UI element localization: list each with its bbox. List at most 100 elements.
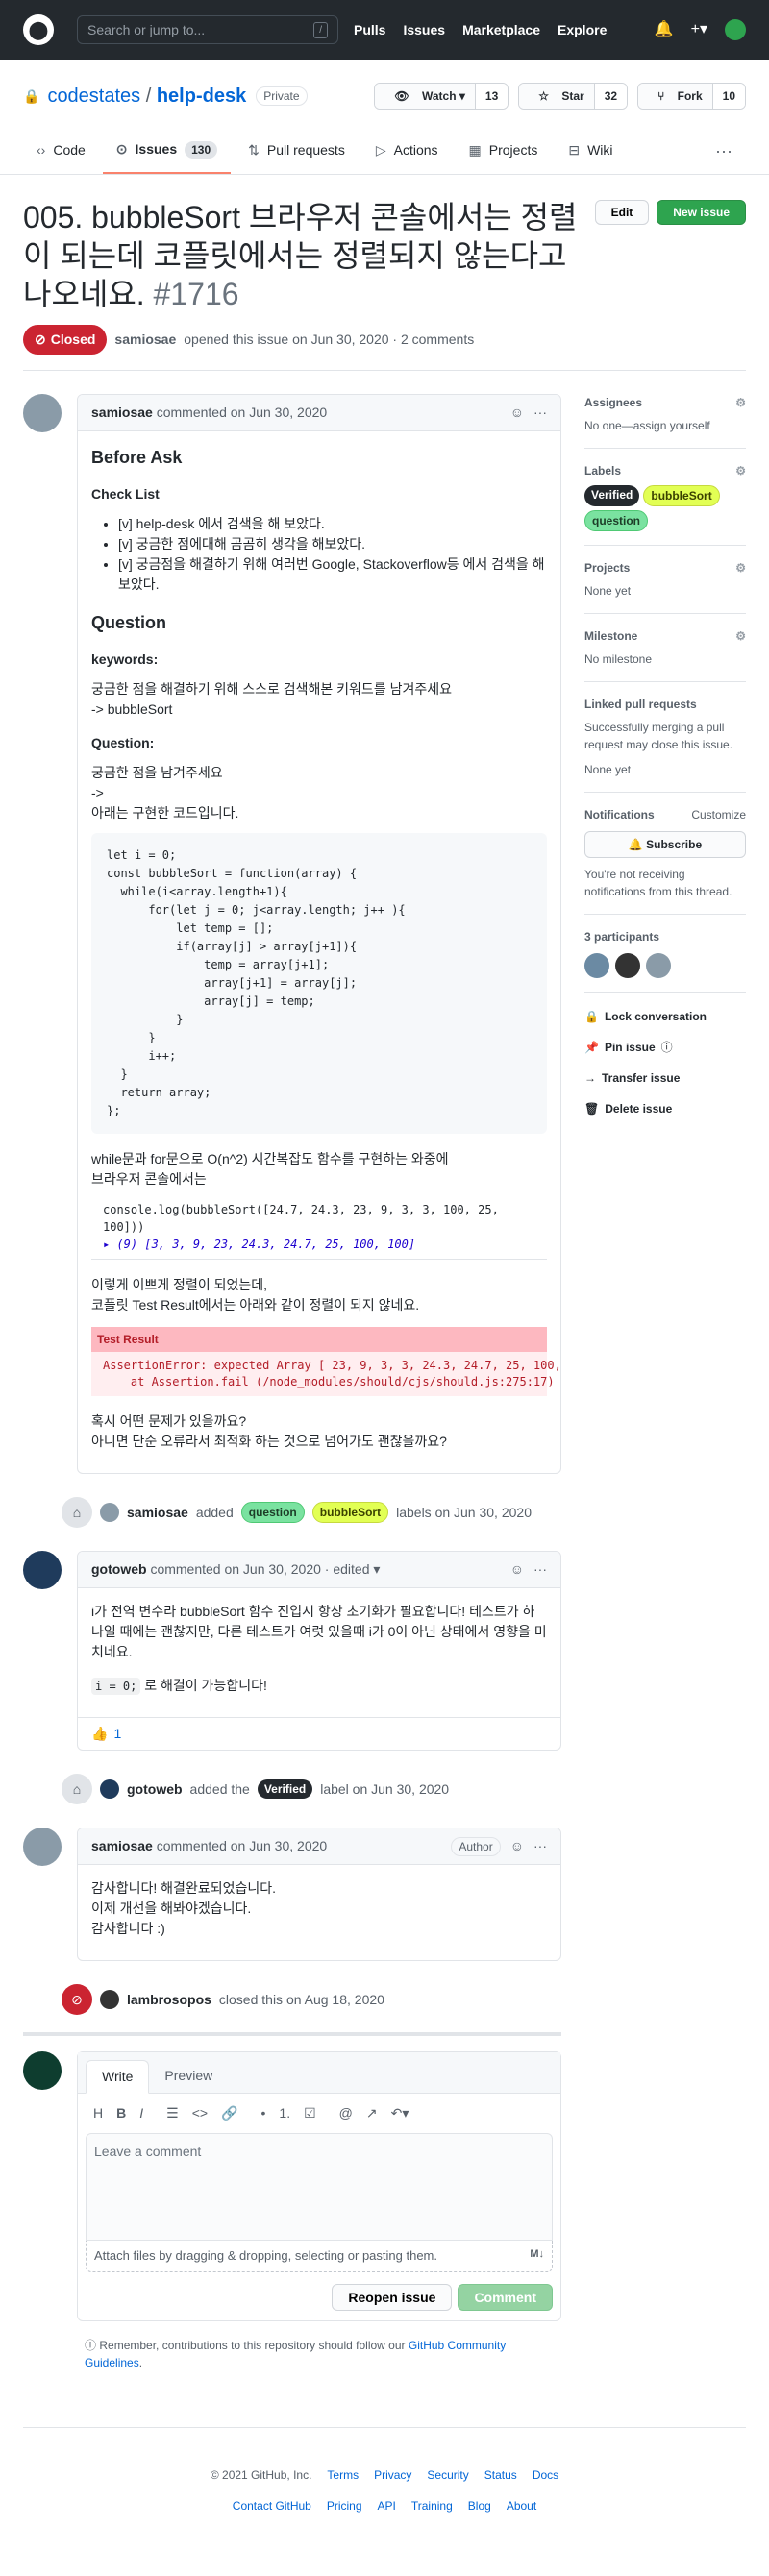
avatar[interactable] [584, 953, 609, 978]
lock-conversation[interactable]: 🔒 Lock conversation [584, 1008, 746, 1025]
star-count[interactable]: 32 [593, 84, 628, 109]
avatar[interactable] [646, 953, 671, 978]
footer-link[interactable]: About [507, 2497, 536, 2515]
nav-explore[interactable]: Explore [558, 20, 607, 40]
smiley-icon[interactable]: ☺ [510, 1559, 524, 1580]
thumbs-up-icon[interactable]: 👍 [91, 1724, 108, 1744]
bullet-list-icon[interactable]: • [261, 2103, 266, 2123]
more-icon[interactable]: ··· [702, 129, 746, 174]
avatar[interactable] [100, 1779, 119, 1799]
repo-name-link[interactable]: help-desk [157, 86, 246, 107]
tab-projects[interactable]: ▦ Projects [456, 129, 552, 174]
footer-link[interactable]: Training [411, 2497, 453, 2515]
bold-icon[interactable]: B [116, 2103, 126, 2123]
tab-code[interactable]: ‹› Code [23, 129, 99, 174]
milestone-heading[interactable]: Milestone [584, 627, 637, 645]
link-icon[interactable]: 🔗 [221, 2103, 237, 2123]
labels-heading[interactable]: Labels [584, 462, 621, 479]
new-issue-button[interactable]: New issue [657, 200, 746, 225]
transfer-issue[interactable]: → Transfer issue [584, 1069, 746, 1087]
bell-icon[interactable]: 🔔 [655, 18, 674, 41]
heading-icon[interactable]: H [93, 2103, 103, 2123]
github-logo-icon[interactable]: ⬤ [23, 14, 54, 45]
kebab-icon[interactable]: ··· [533, 1559, 547, 1580]
footer-link[interactable]: Docs [533, 2466, 558, 2484]
assignees-value[interactable]: No one—assign yourself [584, 417, 746, 434]
nav-pulls[interactable]: Pulls [354, 20, 385, 40]
tab-preview[interactable]: Preview [149, 2060, 228, 2093]
event-author[interactable]: lambrosopos [127, 1990, 211, 2010]
gear-icon[interactable]: ⚙ [735, 462, 746, 479]
delete-issue[interactable]: 🗑 Delete issue [584, 1100, 746, 1117]
kebab-icon[interactable]: ··· [533, 403, 547, 423]
pin-issue[interactable]: 📌 Pin issue ⓘ [584, 1039, 746, 1056]
avatar[interactable] [23, 1828, 62, 1866]
comment-textarea[interactable]: Leave a comment [86, 2133, 553, 2241]
nav-marketplace[interactable]: Marketplace [462, 20, 540, 40]
user-avatar[interactable] [725, 19, 746, 40]
footer-link[interactable]: Status [484, 2466, 517, 2484]
tab-wiki[interactable]: ⊟ Wiki [555, 129, 626, 174]
kebab-icon[interactable]: ··· [533, 1836, 547, 1856]
comment-author[interactable]: samiosae [91, 403, 153, 423]
fork-count[interactable]: 10 [711, 84, 745, 109]
smiley-icon[interactable]: ☺ [510, 1836, 524, 1856]
plus-icon[interactable]: +▾ [691, 18, 707, 41]
footer-link[interactable]: Pricing [327, 2497, 362, 2515]
projects-heading[interactable]: Projects [584, 559, 630, 577]
avatar[interactable] [23, 1551, 62, 1589]
assignees-heading[interactable]: Assignees [584, 394, 642, 411]
label-question[interactable]: question [240, 1502, 305, 1523]
label-bubblesort[interactable]: bubbleSort [643, 485, 720, 506]
avatar[interactable] [615, 953, 640, 978]
footer-link[interactable]: Security [427, 2466, 468, 2484]
reaction-count[interactable]: 1 [113, 1724, 121, 1744]
task-list-icon[interactable]: ☑ [304, 2103, 316, 2123]
comment-button[interactable]: Comment [458, 2283, 553, 2311]
subscribe-button[interactable]: 🔔 Subscribe [584, 831, 746, 858]
label-verified[interactable]: Verified [257, 1779, 313, 1799]
attach-files[interactable]: Attach files by dragging & dropping, sel… [86, 2241, 553, 2272]
reopen-issue-button[interactable]: Reopen issue [332, 2283, 453, 2311]
avatar[interactable] [100, 1503, 119, 1522]
watch-count[interactable]: 13 [474, 84, 509, 109]
comment-author[interactable]: samiosae [91, 1836, 153, 1856]
customize-link[interactable]: Customize [691, 806, 746, 823]
reference-icon[interactable]: ↗ [366, 2103, 378, 2123]
fork-button[interactable]: ⑂ Fork 10 [637, 83, 746, 110]
gear-icon[interactable]: ⚙ [735, 559, 746, 577]
search-input[interactable]: Search or jump to... / [77, 15, 338, 44]
avatar[interactable] [100, 1990, 119, 2009]
code-icon[interactable]: <> [192, 2103, 208, 2123]
gear-icon[interactable]: ⚙ [735, 627, 746, 645]
event-author[interactable]: samiosae [127, 1503, 188, 1523]
footer-link[interactable]: API [378, 2497, 396, 2515]
label-verified[interactable]: Verified [584, 485, 640, 506]
footer-link[interactable]: Privacy [374, 2466, 411, 2484]
footer-link[interactable]: Blog [468, 2497, 491, 2515]
label-bubblesort[interactable]: bubbleSort [311, 1502, 389, 1523]
comment-author[interactable]: gotoweb [91, 1559, 147, 1580]
italic-icon[interactable]: I [139, 2103, 143, 2123]
footer-link[interactable]: Terms [327, 2466, 359, 2484]
edit-button[interactable]: Edit [594, 200, 650, 225]
label-question[interactable]: question [584, 510, 648, 531]
repo-owner-link[interactable]: codestates [47, 86, 140, 107]
watch-button[interactable]: 👁 Watch ▾ 13 [374, 83, 509, 110]
comment-meta[interactable]: commented on Jun 30, 2020 · edited ▾ [150, 1559, 380, 1580]
avatar[interactable] [23, 2051, 62, 2090]
issue-author[interactable]: samiosae [114, 330, 176, 350]
avatar[interactable] [23, 394, 62, 432]
numbered-list-icon[interactable]: 1. [279, 2103, 290, 2123]
tab-actions[interactable]: ▷ Actions [362, 129, 452, 174]
quote-icon[interactable]: ☰ [166, 2103, 179, 2123]
mention-icon[interactable]: @ [339, 2103, 353, 2123]
tab-issues[interactable]: ⊙ Issues 130 [102, 129, 232, 174]
star-button[interactable]: ☆ Star 32 [518, 83, 629, 110]
event-author[interactable]: gotoweb [127, 1779, 183, 1800]
reply-icon[interactable]: ↶▾ [391, 2103, 409, 2123]
footer-link[interactable]: Contact GitHub [233, 2497, 311, 2515]
tab-write[interactable]: Write [86, 2060, 150, 2094]
gear-icon[interactable]: ⚙ [735, 394, 746, 411]
smiley-icon[interactable]: ☺ [510, 403, 524, 423]
